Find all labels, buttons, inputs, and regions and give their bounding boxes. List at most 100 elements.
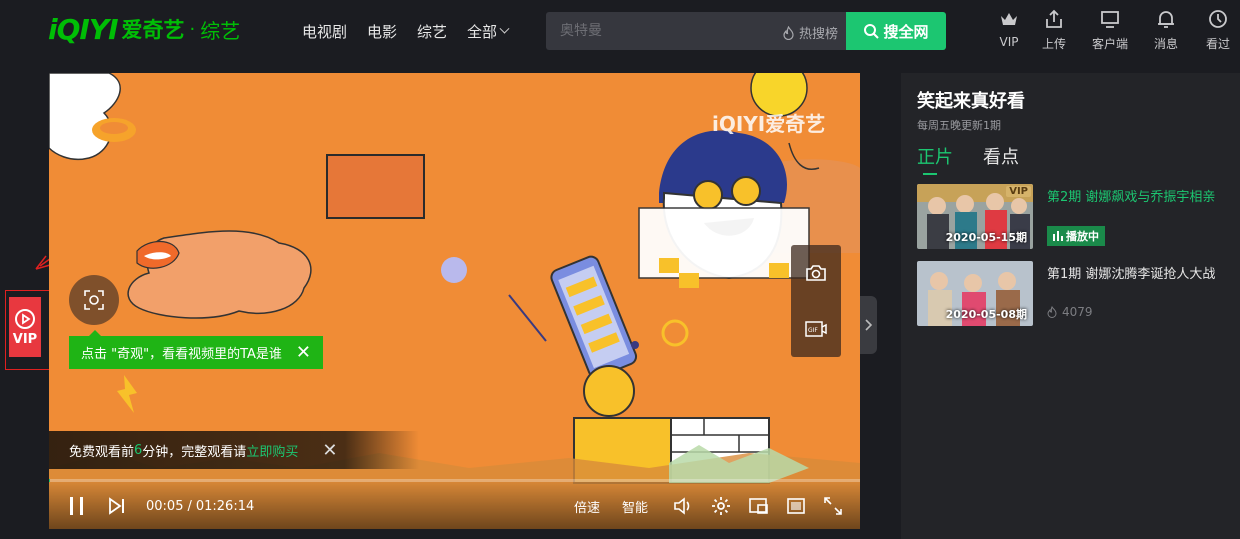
current-time: 00:05 (146, 498, 184, 514)
trial-prefix: 免费观看前 (69, 444, 135, 460)
buy-now-link[interactable]: 立即购买 (246, 441, 298, 460)
monitor-icon (1101, 11, 1119, 28)
time-display: 00:05 / 01:26:14 (146, 491, 254, 521)
vip-entry-label: VIP (999, 35, 1019, 49)
volume-button[interactable] (673, 491, 693, 521)
episode-thumbnail: VIP 2020-05-15期 (917, 184, 1033, 249)
collapse-panel-button[interactable] (860, 296, 877, 354)
pause-button[interactable] (67, 491, 87, 521)
fullscreen-button[interactable] (823, 491, 843, 521)
quality-label: 智能 (622, 500, 649, 516)
logo-separator: · (189, 18, 196, 40)
hot-search-link[interactable]: 热搜榜 (782, 23, 838, 42)
vip-entry[interactable]: VIP (990, 8, 1028, 52)
main-nav: 电视剧 电影 综艺 全部 (302, 21, 528, 42)
equalizer-icon (1053, 231, 1063, 241)
camera-icon (806, 265, 826, 281)
history-entry-label: 看过 (1205, 37, 1230, 51)
side-vip-button[interactable]: VIP (9, 297, 41, 357)
chevron-down-icon (499, 23, 510, 34)
episode-title: 第2期 谢娜飙戏与乔振宇相亲 (1047, 190, 1216, 205)
trial-minutes: 6 (134, 442, 143, 458)
episode-item[interactable]: VIP 2020-05-15期 第2期 谢娜飙戏与乔振宇相亲 播放中 (917, 184, 1237, 250)
message-entry-label: 消息 (1153, 37, 1178, 51)
episode-thumbnail: 2020-05-08期 (917, 261, 1033, 326)
time-separator: / (187, 498, 192, 514)
episode-title: 第1期 谢娜沈腾李诞抢人大战 (1047, 267, 1216, 282)
top-header: iQIYI 爱奇艺 · 综艺 电视剧 电影 综艺 全部 热搜榜 搜全网 VIP … (0, 0, 1240, 64)
search-icon (864, 24, 880, 39)
search-input[interactable] (546, 12, 766, 50)
clock-icon (1209, 10, 1227, 28)
speed-label: 倍速 (574, 500, 601, 516)
nav-all[interactable]: 全部 (467, 21, 510, 42)
total-time: 01:26:14 (195, 498, 255, 514)
header-actions: VIP 上传 客户端 消息 看过 (990, 8, 1240, 52)
nav-tv[interactable]: 电视剧 (302, 21, 347, 42)
screenshot-button[interactable] (791, 245, 841, 301)
bell-icon (1158, 11, 1174, 28)
qiguan-tip: 点击 "奇观"，看看视频里的TA是谁 ✕ (69, 330, 324, 369)
gif-icon: GIF (805, 321, 827, 337)
search-button-label: 搜全网 (883, 22, 929, 41)
pause-icon (70, 497, 83, 515)
gif-button[interactable]: GIF (791, 301, 841, 357)
player-side-tools: GIF (791, 245, 841, 357)
trial-middle: 分钟，完整观看请 (142, 444, 247, 460)
panel-tabs: 正片 看点 (917, 143, 1049, 175)
search-box: 热搜榜 (546, 12, 846, 50)
settings-button[interactable] (711, 491, 731, 521)
nav-movie[interactable]: 电影 (367, 21, 397, 42)
hot-search-label: 热搜榜 (798, 27, 838, 42)
picture-in-picture-icon (749, 498, 768, 514)
volume-icon (674, 497, 690, 515)
history-entry[interactable]: 看过 (1192, 8, 1240, 52)
now-playing-label: 播放中 (1066, 230, 1099, 243)
web-fullscreen-icon (787, 498, 805, 514)
pip-button[interactable] (748, 491, 768, 521)
side-vip-label: VIP (12, 331, 38, 347)
fullscreen-icon (824, 497, 842, 515)
next-button[interactable] (107, 491, 127, 521)
update-schedule: 每周五晚更新1期 (917, 119, 1001, 132)
qiguan-button[interactable] (69, 275, 119, 325)
close-icon[interactable]: ✕ (296, 343, 311, 362)
logo-cn: 爱奇艺 (121, 18, 185, 42)
video-player[interactable]: iQIYI爱奇艺 点击 "奇观"，看看视频里的TA是谁 ✕ GIF 免费观看前 … (49, 73, 860, 529)
vip-badge: VIP (1006, 186, 1031, 197)
view-count-value: 4079 (1062, 305, 1093, 319)
chevron-right-icon (864, 319, 872, 331)
client-entry-label: 客户端 (1091, 37, 1128, 51)
qiguan-tip-text: 点击 "奇观"，看看视频里的TA是谁 (81, 347, 282, 362)
progress-fill (49, 479, 50, 482)
close-icon[interactable]: ✕ (322, 440, 337, 461)
svg-text:GIF: GIF (808, 327, 818, 334)
gear-icon (712, 497, 730, 515)
view-count: 4079 (1047, 305, 1093, 319)
client-entry[interactable]: 客户端 (1080, 8, 1140, 52)
flame-icon (783, 25, 794, 40)
tab-highlights[interactable]: 看点 (983, 143, 1019, 175)
show-title: 笑起来真好看 (917, 91, 1025, 112)
upload-entry[interactable]: 上传 (1028, 8, 1080, 52)
message-entry[interactable]: 消息 (1140, 8, 1192, 52)
episode-item[interactable]: 2020-05-08期 第1期 谢娜沈腾李诞抢人大战 4079 (917, 261, 1237, 327)
site-logo[interactable]: iQIYI 爱奇艺 · 综艺 (48, 12, 240, 46)
nav-all-label: 全部 (467, 23, 498, 41)
quality-button[interactable]: 智能 (622, 491, 648, 521)
upload-icon (1046, 9, 1062, 28)
tab-episodes[interactable]: 正片 (917, 143, 953, 175)
nav-variety[interactable]: 综艺 (417, 21, 447, 42)
upload-entry-label: 上传 (1041, 37, 1066, 51)
channel-name: 综艺 (200, 18, 241, 43)
speed-button[interactable]: 倍速 (574, 491, 600, 521)
crown-icon (1001, 13, 1017, 25)
now-playing-badge: 播放中 (1047, 226, 1105, 246)
episode-date: 2020-05-15期 (945, 231, 1027, 244)
flame-icon (1047, 306, 1057, 318)
search-button[interactable]: 搜全网 (846, 12, 946, 50)
face-scan-icon (84, 290, 104, 310)
web-fullscreen-button[interactable] (786, 491, 806, 521)
trial-notice: 免费观看前 6 分钟，完整观看请 立即购买 ✕ (49, 431, 419, 469)
progress-bar[interactable] (49, 479, 860, 482)
